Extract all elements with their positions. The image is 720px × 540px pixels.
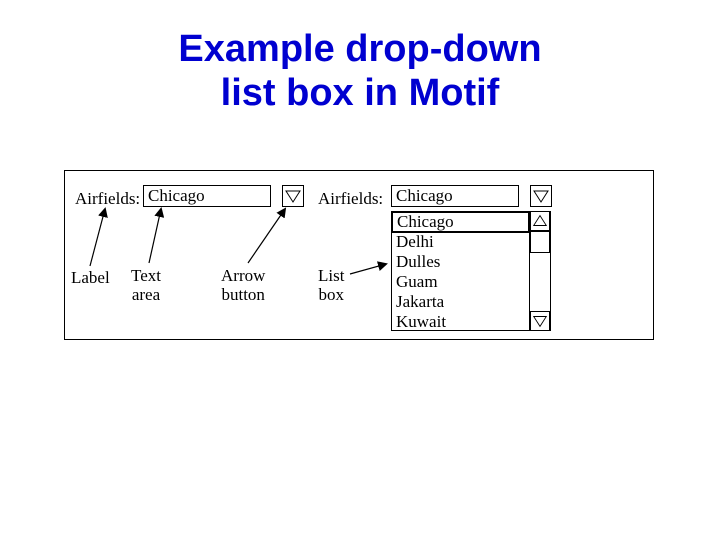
callout-arrow-l2: button	[221, 285, 264, 304]
right-arrow-button[interactable]	[530, 185, 552, 207]
callout-label: Label	[71, 269, 110, 288]
stage: Example drop-down list box in Motif Airf…	[0, 0, 720, 540]
callout-text-area-l1: Text	[131, 266, 161, 285]
callout-text-area-l2: area	[132, 285, 160, 304]
right-label: Airfields:	[318, 189, 383, 209]
page-title: Example drop-down list box in Motif	[0, 28, 720, 115]
list-box[interactable]: Chicago Delhi Dulles Guam Jakarta Kuwait	[391, 211, 551, 331]
callout-list-box: List box	[318, 267, 344, 304]
list-item[interactable]: Guam	[392, 272, 530, 292]
scroll-track[interactable]	[530, 231, 550, 311]
title-line-2: list box in Motif	[221, 72, 500, 114]
list-box-items: Chicago Delhi Dulles Guam Jakarta Kuwait	[392, 212, 530, 330]
callout-arrow-button: Arrow button	[221, 267, 265, 304]
chevron-up-icon	[531, 212, 549, 230]
callout-text-area: Text area	[131, 267, 161, 304]
diagram-panel: Airfields: Chicago Label Text area	[64, 170, 654, 340]
right-text-area[interactable]: Chicago	[391, 185, 519, 207]
list-item[interactable]: Delhi	[392, 232, 530, 252]
list-item[interactable]: Kuwait	[392, 312, 530, 332]
callout-listbox-l2: box	[318, 285, 344, 304]
chevron-down-icon	[531, 312, 549, 330]
callout-listbox-l1: List	[318, 266, 344, 285]
scroll-thumb[interactable]	[530, 231, 550, 253]
scroll-down-button[interactable]	[530, 311, 550, 331]
title-line-1: Example drop-down	[178, 28, 541, 70]
chevron-down-icon	[531, 186, 551, 206]
callout-arrows-left	[65, 171, 325, 321]
scroll-up-button[interactable]	[530, 211, 550, 231]
list-item[interactable]: Dulles	[392, 252, 530, 272]
scrollbar[interactable]	[529, 211, 551, 331]
callout-arrow-l1: Arrow	[221, 266, 265, 285]
list-item[interactable]: Jakarta	[392, 292, 530, 312]
list-item[interactable]: Chicago	[391, 211, 530, 233]
